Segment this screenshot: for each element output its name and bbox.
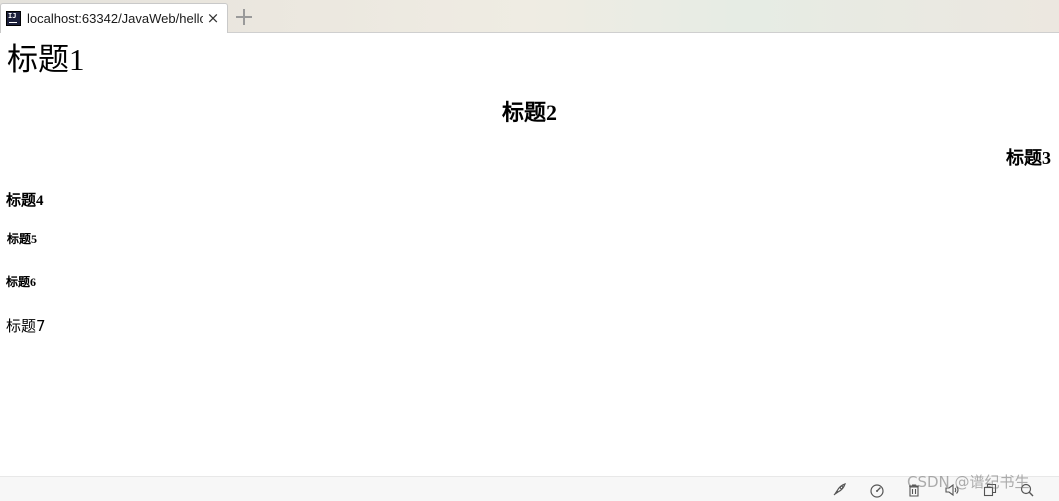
heading-4: 标题4 <box>6 193 44 209</box>
page-content: 标题1 标题2 标题3 标题4 标题5 标题6 标题7 <box>0 34 1059 475</box>
bottom-toolbar <box>0 476 1059 501</box>
rocket-icon[interactable] <box>831 482 847 498</box>
close-tab-icon[interactable]: × <box>206 10 220 27</box>
speed-gauge-icon[interactable] <box>869 482 885 498</box>
browser-tab-strip: IJ localhost:63342/JavaWeb/hello × <box>0 0 1059 33</box>
heading-1: 标题1 <box>7 42 85 77</box>
new-tab-plus-icon[interactable] <box>235 8 253 26</box>
heading-2: 标题2 <box>501 100 557 125</box>
intellij-icon: IJ <box>6 11 21 26</box>
csdn-watermark: CSDN @谱纪书生 <box>907 473 1030 491</box>
heading-3: 标题3 <box>1006 148 1051 168</box>
heading-5: 标题5 <box>7 232 38 246</box>
browser-tab[interactable]: IJ localhost:63342/JavaWeb/hello × <box>0 3 228 33</box>
heading-6: 标题6 <box>6 275 37 289</box>
tab-title: localhost:63342/JavaWeb/hello <box>27 11 203 26</box>
paragraph: 标题7 <box>6 317 46 335</box>
